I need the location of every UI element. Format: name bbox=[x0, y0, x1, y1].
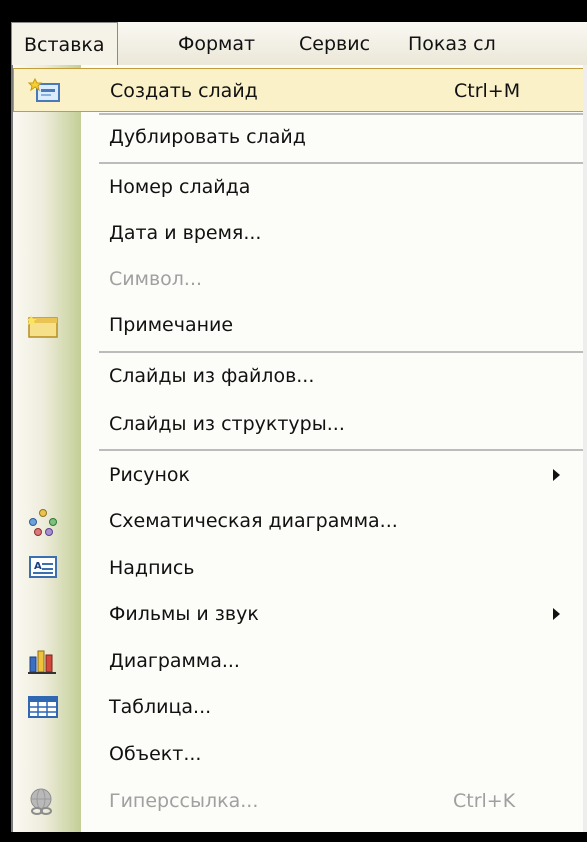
menubar-item-slideshow[interactable]: Показ сл bbox=[408, 22, 496, 66]
menu-item-label: Диаграмма... bbox=[109, 650, 240, 672]
menu-item-picture[interactable]: Рисунок bbox=[13, 453, 587, 497]
menu-item-chart[interactable]: Диаграмма... bbox=[13, 639, 587, 683]
chart-icon bbox=[28, 650, 56, 674]
diagram-icon bbox=[29, 509, 57, 536]
menu-item-shortcut: Ctrl+K bbox=[453, 790, 516, 812]
hyperlink-icon bbox=[30, 788, 52, 815]
menu-item-hyperlink: Гиперссылка... Ctrl+K bbox=[13, 779, 587, 823]
menu-item-label: Дублировать слайд bbox=[109, 126, 306, 148]
menu-item-table[interactable]: Таблица... bbox=[13, 685, 587, 729]
menu-item-schematic-diagram[interactable]: Схематическая диаграмма... bbox=[13, 499, 587, 543]
menu-item-comment[interactable]: Примечание bbox=[13, 303, 587, 347]
menu-item-text-box[interactable]: A Надпись bbox=[13, 546, 587, 590]
menu-item-label: Рисунок bbox=[109, 464, 191, 486]
menu-item-slide-number[interactable]: Номер слайда bbox=[13, 165, 587, 209]
menubar-item-insert[interactable]: Вставка bbox=[11, 22, 118, 67]
menu-item-slides-from-files[interactable]: Слайды из файлов... bbox=[13, 354, 587, 398]
insert-dropdown-menu: Создать слайд Ctrl+M Дублировать слайд Н… bbox=[11, 65, 587, 832]
menubar-item-tools[interactable]: Сервис bbox=[299, 22, 370, 66]
menu-item-duplicate-slide[interactable]: Дублировать слайд bbox=[13, 115, 587, 159]
menu-item-slides-from-outline[interactable]: Слайды из структуры... bbox=[13, 402, 587, 446]
textbox-icon: A bbox=[29, 556, 57, 578]
submenu-arrow-icon bbox=[553, 469, 560, 481]
menu-separator bbox=[99, 449, 587, 451]
comment-icon bbox=[27, 315, 58, 338]
menu-item-label: Примечание bbox=[109, 314, 234, 336]
menu-item-label: Слайды из файлов... bbox=[109, 365, 315, 387]
table-icon bbox=[28, 696, 58, 718]
menu-item-shortcut: Ctrl+M bbox=[454, 80, 521, 102]
menubar-item-format[interactable]: Формат bbox=[178, 22, 255, 66]
menu-right-edge bbox=[583, 65, 587, 832]
menu-item-label: Объект... bbox=[109, 743, 202, 765]
svg-text:A: A bbox=[34, 561, 42, 572]
menu-item-new-slide[interactable]: Создать слайд Ctrl+M bbox=[13, 68, 587, 112]
submenu-arrow-icon bbox=[553, 608, 560, 620]
menu-separator bbox=[99, 351, 587, 353]
menu-item-label: Создать слайд bbox=[110, 80, 258, 102]
menu-item-label: Номер слайда bbox=[109, 176, 251, 198]
menu-item-label: Гиперссылка... bbox=[109, 790, 259, 812]
menu-item-label: Слайды из структуры... bbox=[109, 413, 345, 435]
menu-item-symbol: Символ... bbox=[13, 257, 587, 301]
menu-item-label: Схематическая диаграмма... bbox=[109, 510, 398, 532]
menu-item-object[interactable]: Объект... bbox=[13, 732, 587, 776]
new-slide-icon bbox=[28, 78, 60, 102]
menu-item-movies-sound[interactable]: Фильмы и звук bbox=[13, 592, 587, 636]
menu-item-label: Надпись bbox=[109, 557, 195, 579]
menu-separator bbox=[99, 162, 587, 164]
menu-item-label: Фильмы и звук bbox=[109, 603, 259, 625]
menu-item-label: Дата и время... bbox=[109, 222, 262, 244]
menu-item-label: Таблица... bbox=[109, 696, 212, 718]
menu-item-label: Символ... bbox=[109, 268, 203, 290]
menu-item-date-time[interactable]: Дата и время... bbox=[13, 211, 587, 255]
menu-bar: Вставка Формат Сервис Показ сл bbox=[11, 22, 587, 67]
